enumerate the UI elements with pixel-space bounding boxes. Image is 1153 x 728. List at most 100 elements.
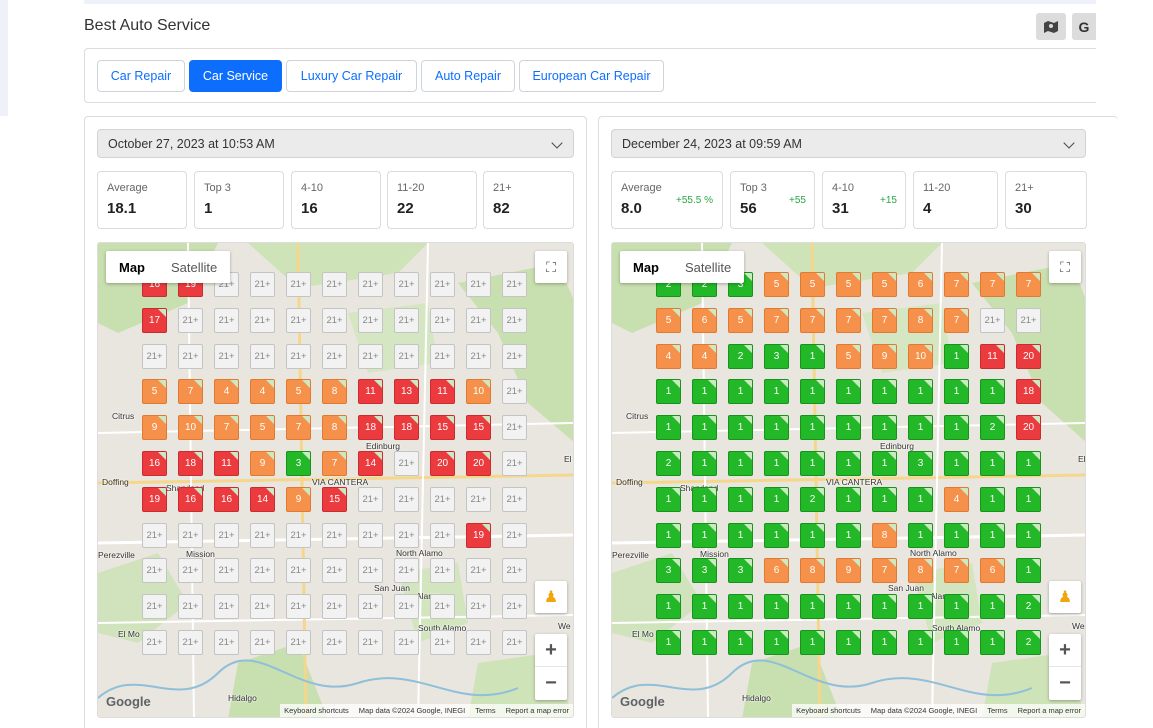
- zoom-in-button[interactable]: +: [1049, 634, 1081, 667]
- rank-cell[interactable]: 6: [764, 558, 789, 584]
- rank-cell[interactable]: 21+: [430, 272, 455, 297]
- rank-cell[interactable]: 5: [142, 379, 167, 405]
- rank-cell[interactable]: 7: [1016, 272, 1041, 297]
- rank-cell[interactable]: 1: [980, 522, 1005, 548]
- rank-cell[interactable]: 15: [322, 486, 347, 512]
- rank-cell[interactable]: 1: [800, 379, 825, 405]
- rank-cell[interactable]: 21+: [466, 486, 491, 512]
- rank-cell[interactable]: 7: [764, 307, 789, 333]
- rank-cell[interactable]: 5: [286, 379, 311, 405]
- rank-cell[interactable]: 21+: [1016, 307, 1041, 333]
- rank-cell[interactable]: 7: [322, 451, 347, 476]
- rank-cell[interactable]: 21+: [394, 630, 419, 655]
- rank-cell[interactable]: 3: [764, 343, 789, 369]
- rank-cell[interactable]: 21+: [142, 594, 167, 620]
- rank-cell[interactable]: 21+: [250, 558, 275, 584]
- keyboard-shortcuts-link[interactable]: Keyboard shortcuts: [796, 706, 861, 715]
- rank-cell[interactable]: 21+: [358, 522, 383, 548]
- rank-cell[interactable]: 21+: [466, 630, 491, 655]
- rank-cell[interactable]: 5: [656, 307, 681, 333]
- rank-cell[interactable]: 21+: [322, 558, 347, 584]
- rank-cell[interactable]: 21+: [250, 630, 275, 655]
- rank-cell[interactable]: 21+: [394, 451, 419, 476]
- rank-cell[interactable]: 1: [800, 343, 825, 369]
- rank-cell[interactable]: 1: [872, 451, 897, 476]
- rank-cell[interactable]: 1: [764, 522, 789, 548]
- zoom-out-button[interactable]: −: [1049, 667, 1081, 700]
- rank-cell[interactable]: 21+: [430, 594, 455, 620]
- rank-cell[interactable]: 21+: [322, 522, 347, 548]
- rank-cell[interactable]: 21+: [142, 343, 167, 369]
- rank-cell[interactable]: 16: [142, 451, 167, 476]
- rank-cell[interactable]: 21+: [358, 272, 383, 297]
- date-select[interactable]: December 24, 2023 at 09:59 AM: [611, 129, 1086, 158]
- rank-cell[interactable]: 1: [908, 594, 933, 620]
- rank-cell[interactable]: 1: [764, 630, 789, 655]
- rank-cell[interactable]: 14: [250, 486, 275, 512]
- rank-cell[interactable]: 21+: [430, 307, 455, 333]
- fullscreen-button[interactable]: ⛶: [1049, 251, 1081, 283]
- rank-cell[interactable]: 7: [800, 307, 825, 333]
- rank-cell[interactable]: 1: [872, 630, 897, 655]
- rank-grid-map[interactable]: CitrusEdinburgDoffingSharylandVIA CANTER…: [97, 242, 574, 718]
- rank-cell[interactable]: 21+: [394, 486, 419, 512]
- rank-cell[interactable]: 21+: [502, 594, 527, 620]
- rank-cell[interactable]: 10: [908, 343, 933, 369]
- rank-cell[interactable]: 21+: [502, 379, 527, 405]
- rank-cell[interactable]: 21+: [430, 343, 455, 369]
- rank-cell[interactable]: 7: [944, 272, 969, 297]
- rank-cell[interactable]: 21+: [178, 558, 203, 584]
- rank-cell[interactable]: 2: [656, 451, 681, 476]
- rank-cell[interactable]: 21+: [394, 272, 419, 297]
- rank-cell[interactable]: 8: [322, 379, 347, 405]
- rank-cell[interactable]: 8: [800, 558, 825, 584]
- rank-cell[interactable]: 1: [908, 522, 933, 548]
- rank-cell[interactable]: 1: [656, 415, 681, 441]
- rank-cell[interactable]: 1: [728, 486, 753, 512]
- rank-cell[interactable]: 11: [430, 379, 455, 405]
- rank-cell[interactable]: 21+: [250, 272, 275, 297]
- rank-cell[interactable]: 21+: [394, 522, 419, 548]
- rank-cell[interactable]: 21+: [322, 594, 347, 620]
- rank-cell[interactable]: 15: [430, 415, 455, 441]
- rank-cell[interactable]: 21+: [322, 272, 347, 297]
- rank-cell[interactable]: 21+: [502, 630, 527, 655]
- tab-auto-repair[interactable]: Auto Repair: [421, 60, 515, 92]
- rank-cell[interactable]: 1: [836, 630, 861, 655]
- rank-cell[interactable]: 21+: [286, 522, 311, 548]
- rank-cell[interactable]: 1: [656, 486, 681, 512]
- rank-cell[interactable]: 21+: [214, 522, 239, 548]
- rank-cell[interactable]: 1: [944, 594, 969, 620]
- rank-cell[interactable]: 21+: [286, 343, 311, 369]
- rank-cell[interactable]: 9: [872, 343, 897, 369]
- rank-cell[interactable]: 21+: [466, 307, 491, 333]
- rank-cell[interactable]: 20: [430, 451, 455, 476]
- rank-cell[interactable]: 21+: [286, 272, 311, 297]
- rank-cell[interactable]: 16: [214, 486, 239, 512]
- rank-cell[interactable]: 7: [214, 415, 239, 441]
- street-view-pegman-button[interactable]: ♟: [535, 581, 567, 613]
- rank-cell[interactable]: 18: [394, 415, 419, 441]
- rank-cell[interactable]: 1: [764, 379, 789, 405]
- rank-cell[interactable]: 21+: [322, 307, 347, 333]
- rank-cell[interactable]: 21+: [286, 630, 311, 655]
- rank-cell[interactable]: 1: [1016, 451, 1041, 476]
- rank-cell[interactable]: 2: [1016, 630, 1041, 655]
- rank-cell[interactable]: 9: [142, 415, 167, 441]
- rank-cell[interactable]: 11: [214, 451, 239, 476]
- rank-cell[interactable]: 21+: [358, 486, 383, 512]
- rank-cell[interactable]: 21+: [214, 558, 239, 584]
- rank-cell[interactable]: 1: [836, 522, 861, 548]
- rank-cell[interactable]: 11: [358, 379, 383, 405]
- rank-cell[interactable]: 1: [656, 522, 681, 548]
- rank-cell[interactable]: 21+: [502, 415, 527, 441]
- rank-cell[interactable]: 21+: [394, 594, 419, 620]
- rank-cell[interactable]: 8: [872, 522, 897, 548]
- rank-cell[interactable]: 21+: [502, 272, 527, 297]
- terms-link[interactable]: Terms: [987, 706, 1007, 715]
- rank-cell[interactable]: 7: [944, 558, 969, 584]
- rank-cell[interactable]: 1: [728, 522, 753, 548]
- rank-cell[interactable]: 10: [178, 415, 203, 441]
- rank-cell[interactable]: 21+: [286, 307, 311, 333]
- rank-cell[interactable]: 1: [872, 379, 897, 405]
